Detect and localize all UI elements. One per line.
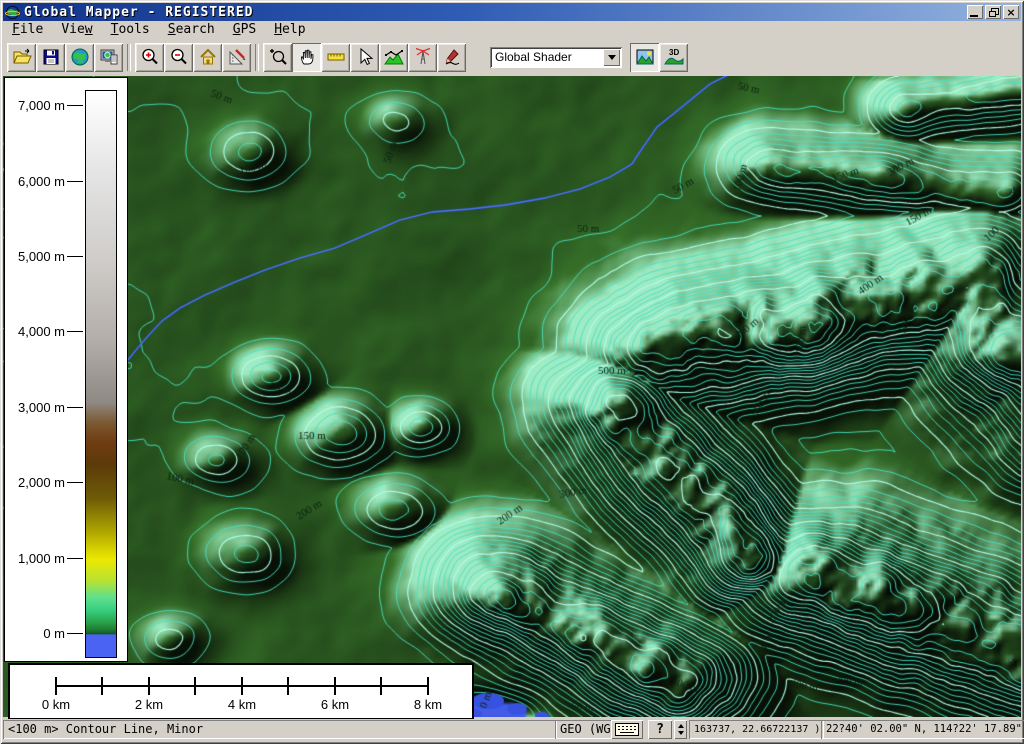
window-title: Global Mapper - REGISTERED — [24, 5, 965, 20]
monitor-globe-icon — [99, 47, 119, 67]
select-tool-button[interactable] — [350, 43, 379, 72]
shader-dropdown-button[interactable] — [603, 49, 620, 66]
svg-text:3D: 3D — [669, 48, 679, 57]
status-position: 22?40' 02.00" N, 114?22' 17.89" E — [821, 720, 1024, 739]
ruler-icon — [326, 47, 346, 67]
legend-tick — [67, 633, 83, 634]
legend-tick — [67, 482, 83, 483]
scale-label: 2 km — [123, 697, 175, 712]
elevation-legend: 7,000 m 6,000 m 5,000 m 4,000 m 3,000 m … — [4, 77, 128, 662]
legend-label: 3,000 m — [18, 400, 65, 415]
measure-tool-button[interactable] — [321, 43, 350, 72]
menu-bar: File View Tools Search GPS Help — [3, 21, 1021, 38]
legend-tick — [67, 181, 83, 182]
shader-dropdown[interactable]: Global Shader — [490, 47, 622, 68]
zoom-tool-icon — [268, 47, 288, 67]
scale-bar: 0 km 2 km 4 km 6 km 8 km — [8, 663, 474, 720]
zoom-out-icon — [169, 47, 189, 67]
scale-label: 8 km — [402, 697, 454, 712]
legend-label: 1,000 m — [18, 551, 65, 566]
home-icon — [198, 47, 218, 67]
spinner-down-icon[interactable] — [678, 731, 684, 735]
zoom-out-button[interactable] — [164, 43, 193, 72]
keyboard-icon — [615, 723, 639, 736]
hand-icon — [297, 47, 317, 67]
status-feature-text: <100 m> Contour Line, Minor — [3, 720, 557, 739]
elevation-gradient — [85, 90, 117, 658]
open-file-button[interactable] — [7, 43, 36, 72]
toolbar-separator — [127, 44, 131, 71]
app-icon — [5, 5, 20, 20]
restore-icon — [989, 8, 998, 17]
zoom-in-icon — [140, 47, 160, 67]
status-coordinate: 163737, 22.66722137 ) — [689, 720, 824, 739]
legend-label: 7,000 m — [18, 98, 65, 113]
title-bar: Global Mapper - REGISTERED × — [3, 3, 1021, 21]
legend-tick — [67, 407, 83, 408]
picture-icon — [635, 47, 655, 67]
overlay-control-center-button[interactable] — [94, 43, 123, 72]
menu-search[interactable]: Search — [159, 22, 224, 38]
menu-file[interactable]: File — [3, 22, 52, 38]
map-canvas[interactable] — [3, 76, 1021, 717]
spinner-up-icon[interactable] — [678, 724, 684, 728]
globe-icon — [70, 47, 90, 67]
legend-tick — [67, 558, 83, 559]
menu-help[interactable]: Help — [265, 22, 314, 38]
3d-view-icon: 3D — [663, 46, 685, 68]
3d-view-button[interactable]: 3D — [659, 43, 688, 72]
legend-label: 5,000 m — [18, 249, 65, 264]
legend-tick — [67, 331, 83, 332]
scale-label: 0 km — [30, 697, 82, 712]
legend-label: 4,000 m — [18, 324, 65, 339]
minimize-button[interactable] — [967, 5, 983, 19]
save-button[interactable] — [36, 43, 65, 72]
minimize-icon — [970, 15, 978, 17]
keyboard-button[interactable] — [611, 720, 643, 739]
legend-label: 6,000 m — [18, 174, 65, 189]
status-projection: GEO (WGS84 — [555, 720, 614, 739]
toolbar: Global Shader 3D — [3, 38, 1021, 76]
digitizer-tool-button[interactable] — [437, 43, 466, 72]
ruler-pencil-icon — [227, 47, 247, 67]
legend-label: 0 m — [43, 626, 65, 641]
toolbar-separator — [255, 44, 259, 71]
shader-dropdown-value: Global Shader — [490, 50, 603, 64]
legend-label: 2,000 m — [18, 475, 65, 490]
menu-view[interactable]: View — [52, 22, 101, 38]
spinner-control[interactable] — [674, 720, 687, 739]
path-profile-icon — [384, 47, 404, 67]
show-images-button[interactable] — [630, 43, 659, 72]
application-window: Global Mapper - REGISTERED × File View T… — [0, 0, 1024, 744]
zoom-in-button[interactable] — [135, 43, 164, 72]
full-view-button[interactable] — [193, 43, 222, 72]
open-file-icon — [12, 47, 32, 67]
zoom-tool-button[interactable] — [263, 43, 292, 72]
path-profile-tool-button[interactable] — [379, 43, 408, 72]
scale-label: 6 km — [309, 697, 361, 712]
pan-tool-button[interactable] — [292, 43, 321, 72]
close-icon: × — [1006, 6, 1015, 19]
world-data-button[interactable] — [65, 43, 94, 72]
restore-button[interactable] — [985, 5, 1001, 19]
pencil-icon — [442, 47, 462, 67]
chevron-down-icon — [608, 55, 616, 60]
menu-gps[interactable]: GPS — [224, 22, 265, 38]
cursor-arrow-icon — [355, 47, 375, 67]
configuration-button[interactable] — [222, 43, 251, 72]
view-shed-tool-button[interactable] — [408, 43, 437, 72]
menu-tools[interactable]: Tools — [102, 22, 159, 38]
help-button[interactable]: ? — [648, 720, 672, 739]
save-icon — [41, 47, 61, 67]
status-bar: <100 m> Contour Line, Minor GEO (WGS84 ?… — [3, 719, 1021, 741]
legend-tick — [67, 105, 83, 106]
close-button[interactable]: × — [1003, 5, 1019, 19]
antenna-icon — [413, 47, 433, 67]
scale-label: 4 km — [216, 697, 268, 712]
legend-tick — [67, 256, 83, 257]
